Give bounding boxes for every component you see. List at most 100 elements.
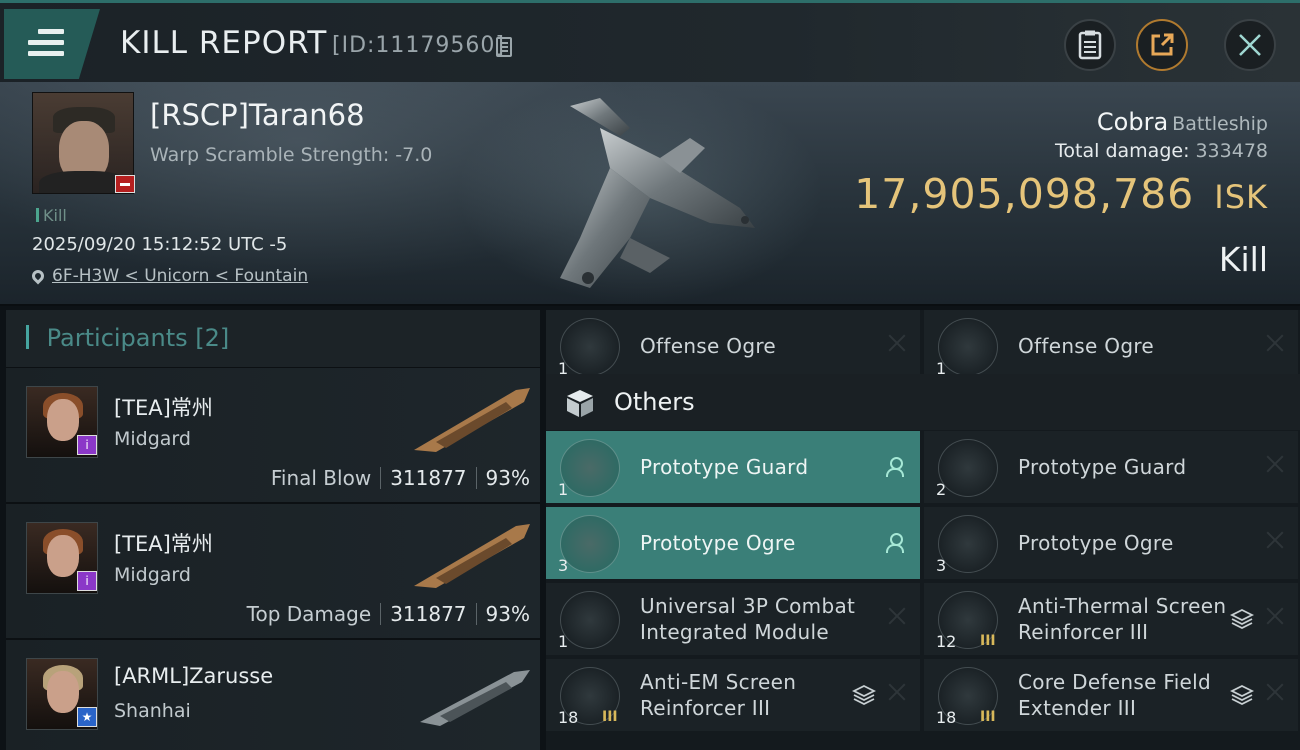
prototype-ogre-icon [938,515,998,573]
modules-panel: 1 Offense Ogre 1 Offense Ogre Others 1 P… [546,310,1300,750]
participant-stats: Final Blow 311877 93% [271,466,530,490]
module-item[interactable]: 18 III Core Defense Field Extender III [924,659,1298,731]
tech-level-badge: III [602,709,618,725]
ship-name: Cobra [1096,108,1169,136]
module-item[interactable]: 12 III Anti-Thermal Screen Reinforcer II… [924,583,1298,655]
isk-value: 17,905,098,786 ISK [854,170,1268,218]
participant-ship: Midgard [114,428,191,450]
module-item[interactable]: 1 Universal 3P Combat Integrated Module [546,583,920,655]
module-quantity: 18 [558,708,579,727]
module-name: Prototype Guard [1018,455,1187,479]
star-badge-icon: ★ [77,707,97,727]
module-name: Prototype Guard [640,455,809,479]
total-damage-value: 333478 [1195,140,1268,162]
kill-location[interactable]: 6F-H3W < Unicorn < Fountain [29,266,308,286]
participant-role: Top Damage [246,602,372,626]
participant-ship-image [420,670,530,726]
tech-level-badge: III [980,709,996,725]
destroyed-x-icon [1266,607,1284,625]
participant-ship: Shanhai [114,700,191,722]
participant-name[interactable]: [TEA]常州 [114,528,213,558]
destroyed-x-icon [888,334,906,352]
participant-damage: 311877 [390,602,467,626]
module-name: Prototype Ogre [640,531,796,555]
menu-button[interactable] [4,9,100,79]
destroyed-x-icon [1266,455,1284,473]
victim-ship[interactable]: Cobra Battleship [1097,108,1268,136]
total-damage: Total damage: 333478 [1055,140,1268,162]
participant-role: Final Blow [270,466,372,490]
module-item[interactable]: 1 Offense Ogre [924,310,1298,382]
module-item[interactable]: 3 Prototype Ogre [546,507,920,579]
fitted-person-icon [886,533,904,553]
participant-ship-image [414,524,530,588]
participants-header: Participants [2] [6,310,540,368]
security-status-badge [115,175,135,193]
module-name: Universal 3P Combat Integrated Module [640,594,856,644]
stack-layers-icon [1230,608,1254,630]
destroyed-x-icon [888,683,906,701]
others-section-header: Others [546,374,1300,430]
destroyed-x-icon [888,607,906,625]
module-quantity: 2 [936,480,947,499]
location-pin-icon [29,267,47,285]
module-name: Offense Ogre [640,334,777,358]
module-name: Core Defense Field Extender III [1018,670,1212,720]
report-id: [ID:11179560] [332,33,505,58]
victim-name[interactable]: [RSCP]Taran68 [150,98,365,132]
others-label: Others [614,388,695,416]
module-item[interactable]: 2 Prototype Guard [924,431,1298,503]
module-item[interactable]: 3 Prototype Ogre [924,507,1298,579]
participants-panel: Participants [2] i [TEA]常州 Midgard Final… [6,310,540,750]
participants-title: Participants [46,324,188,352]
destroyed-x-icon [1266,334,1284,352]
module-item[interactable]: 1 Prototype Guard [546,431,920,503]
participant-percent: 93% [485,602,530,626]
participant-ship: Midgard [114,564,191,586]
destroyed-x-icon [1266,683,1284,701]
info-badge-icon: i [77,571,97,591]
participant-name[interactable]: [TEA]常州 [114,392,213,422]
offense-ogre-icon [560,318,620,376]
stack-layers-icon [1230,684,1254,706]
clipboard-button[interactable] [1064,19,1116,71]
close-button[interactable] [1224,19,1276,71]
participants-count: [2] [195,324,230,352]
location-link[interactable]: 6F-H3W < Unicorn < Fountain [52,266,308,286]
module-quantity: 18 [936,708,957,727]
participant-row[interactable]: i [TEA]常州 Midgard Final Blow 311877 93% [6,368,540,504]
offense-ogre-icon [938,318,998,376]
prototype-guard-icon [560,439,620,497]
hamburger-menu-icon [28,29,64,57]
module-quantity: 3 [936,556,947,575]
isk-amount: 17,905,098,786 [854,170,1195,218]
module-item[interactable]: 1 Offense Ogre [546,310,920,382]
isk-unit: ISK [1214,178,1268,216]
module-name: Offense Ogre [1018,334,1155,358]
warp-scramble-strength: Warp Scramble Strength: -7.0 [150,144,433,166]
prototype-guard-icon [938,439,998,497]
participant-damage: 311877 [390,466,467,490]
page-title: KILL REPORT [120,25,328,61]
module-quantity: 3 [558,556,569,575]
copy-id-icon[interactable] [496,37,512,57]
clipboard-icon [1078,30,1102,60]
module-item[interactable]: 18 III Anti-EM Screen Reinforcer III [546,659,920,731]
result-label: Kill [1218,240,1268,279]
close-icon [1239,34,1261,56]
fitted-person-icon [886,457,904,477]
participant-row[interactable]: ★ [ARML]Zarusse Shanhai [6,640,540,750]
tech-level-badge: III [980,633,996,649]
total-damage-label: Total damage: [1055,140,1190,162]
share-button[interactable] [1136,19,1188,71]
combat-module-icon [560,591,620,649]
participant-percent: 93% [485,466,530,490]
header-bar: KILL REPORT [ID:11179560] [0,0,1300,82]
module-name: Anti-EM Screen Reinforcer III [640,670,797,720]
victim-banner: [RSCP]Taran68 Warp Scramble Strength: -7… [0,82,1300,306]
participant-row[interactable]: i [TEA]常州 Midgard Top Damage 311877 93% [6,504,540,640]
participant-name[interactable]: [ARML]Zarusse [114,664,273,688]
kill-tag: Kill [36,206,67,225]
stack-layers-icon [852,684,876,706]
module-name: Prototype Ogre [1018,531,1174,555]
